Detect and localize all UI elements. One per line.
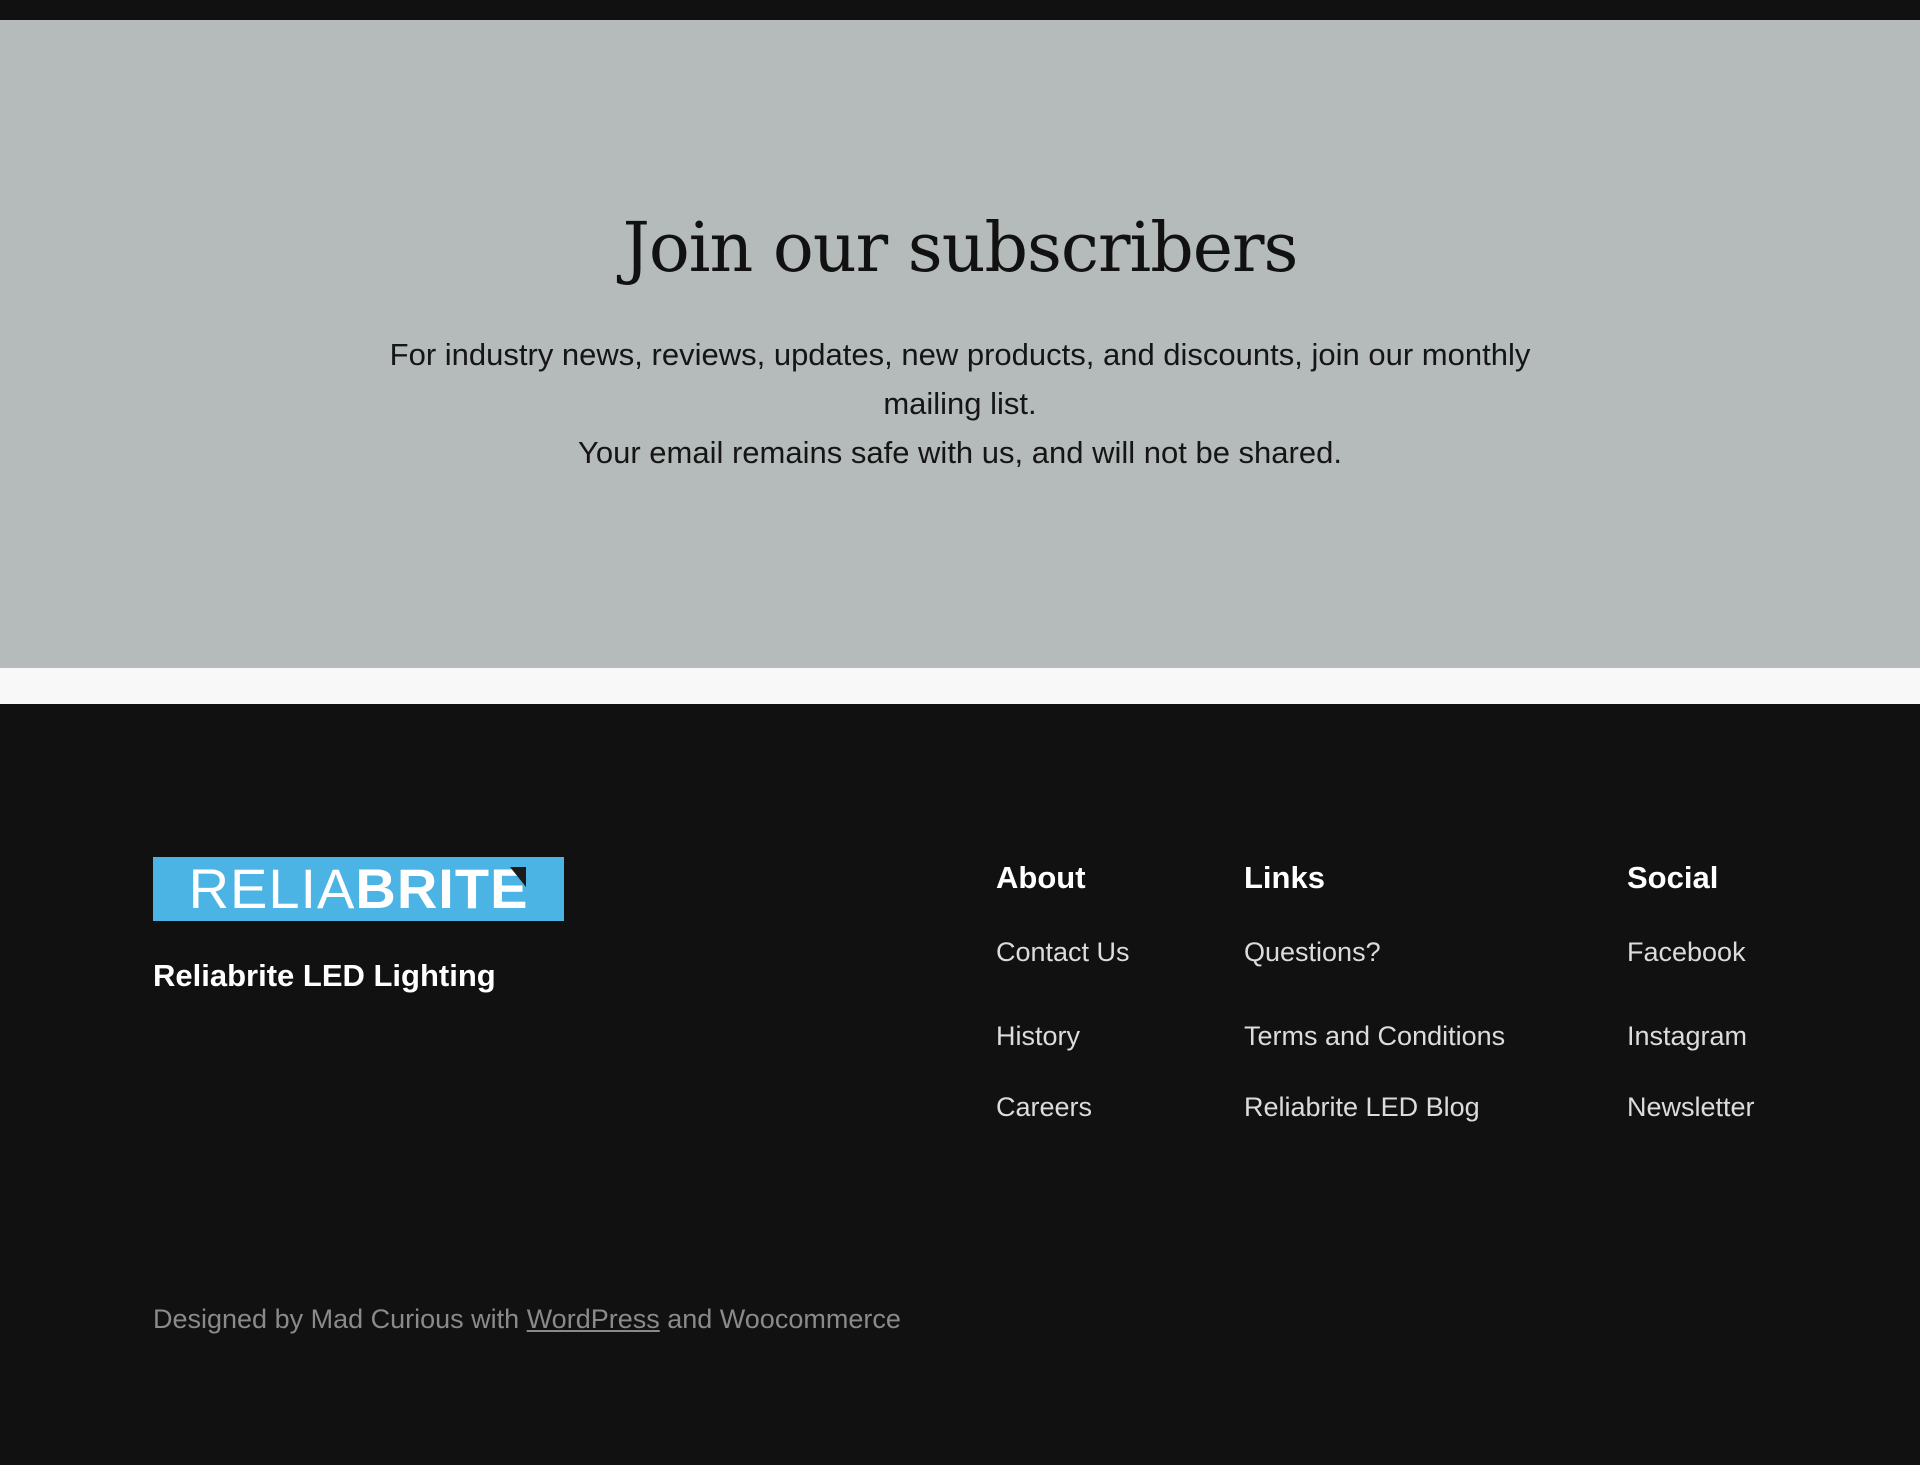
subscribe-line-2: mailing list. [883,386,1037,421]
footer-link-instagram[interactable]: Instagram [1627,1001,1755,1072]
logo-wordmark: RELIABRITE [189,861,529,917]
logo-text-thin: RELIA [188,857,356,920]
subscribe-section: Join our subscribers For industry news, … [0,20,1920,668]
section-divider [0,668,1920,704]
credits-suffix: and Woocommerce [659,1304,901,1334]
footer-link-contact-us[interactable]: Contact Us [996,930,1130,974]
logo-mark-icon [510,867,526,887]
subscribe-title: Join our subscribers [622,209,1299,288]
top-strip [0,0,1920,20]
social-list: Facebook Instagram Newsletter [1627,930,1755,1143]
footer-link-history[interactable]: History [996,1001,1130,1072]
subscribe-line-1: For industry news, reviews, updates, new… [389,337,1531,372]
logo-text-bold: BRITE [355,857,529,920]
footer-column-social: Social Facebook Instagram Newsletter [1627,856,1755,1143]
footer-credits: Designed by Mad Curious with WordPress a… [153,1304,901,1335]
footer-column-about: About Contact Us History Careers [996,856,1130,1143]
wordpress-link[interactable]: WordPress [527,1304,660,1334]
about-heading: About [996,860,1086,895]
subscribe-line-3: Your email remains safe with us, and wil… [578,435,1342,470]
site-footer: RELIABRITE Reliabrite LED Lighting About… [0,704,1920,1465]
footer-link-facebook[interactable]: Facebook [1627,930,1755,974]
reliabrite-logo[interactable]: RELIABRITE [153,857,564,921]
footer-link-questions[interactable]: Questions? [1244,930,1505,974]
footer-link-terms[interactable]: Terms and Conditions [1244,1001,1505,1072]
credits-prefix: Designed by Mad Curious with [153,1304,527,1334]
links-heading: Links [1244,860,1325,895]
site-name[interactable]: Reliabrite LED Lighting [153,958,496,994]
footer-link-careers[interactable]: Careers [996,1072,1130,1143]
footer-link-blog[interactable]: Reliabrite LED Blog [1244,1072,1505,1143]
social-heading: Social [1627,860,1719,895]
footer-link-newsletter[interactable]: Newsletter [1627,1072,1755,1143]
footer-column-links: Links Questions? Terms and Conditions Re… [1244,856,1505,1143]
subscribe-description: For industry news, reviews, updates, new… [320,330,1600,477]
links-list: Questions? Terms and Conditions Reliabri… [1244,930,1505,1143]
about-list: Contact Us History Careers [996,930,1130,1143]
